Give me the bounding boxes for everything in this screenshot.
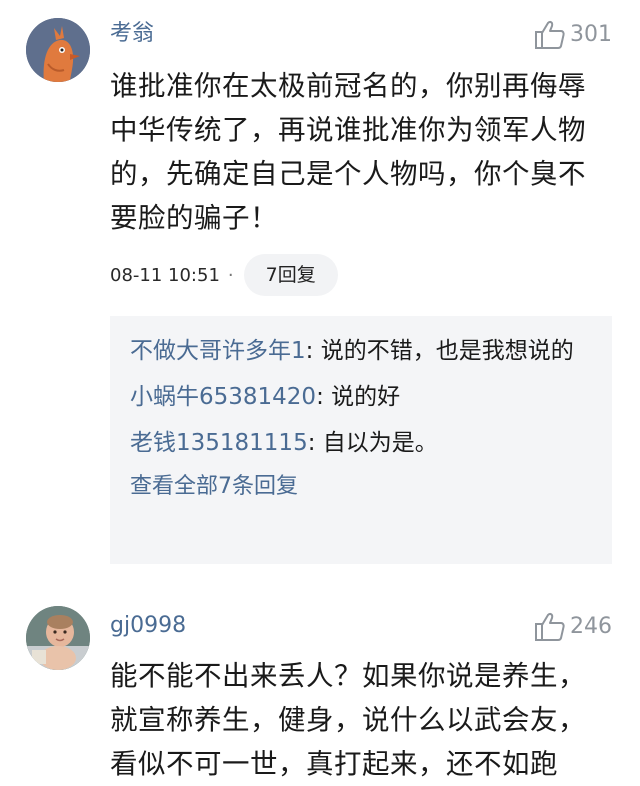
username[interactable]: 考翁 <box>110 20 154 48</box>
comment-meta: 08-11 10:51 · 7回复 <box>110 254 338 296</box>
comment-text: 谁批准你在太极前冠名的，你别再侮辱中华传统了，再说谁批准你为领军人物的，先确定自… <box>110 70 586 234</box>
avatar[interactable] <box>26 606 90 670</box>
comment-item: gj0998 246 能不能不出来丢人？如果你说是养生，就宣称养生，健身，说什么… <box>0 590 640 786</box>
thumbs-up-icon <box>535 21 565 49</box>
reply-text: : 说的不错，也是我想说的 <box>305 338 574 364</box>
reply-item: 老钱135181115: 自以为是。 <box>130 426 592 460</box>
reply-item: 小蜗牛65381420: 说的好 <box>130 380 592 414</box>
like-button[interactable]: 301 <box>534 20 612 50</box>
baby-photo-icon <box>26 606 90 670</box>
reply-username[interactable]: 老钱135181115 <box>130 430 308 456</box>
like-button[interactable]: 246 <box>534 612 612 642</box>
cartoon-bird-icon <box>26 18 90 82</box>
reply-text: : 说的好 <box>316 384 401 410</box>
reply-panel: 不做大哥许多年1: 说的不错，也是我想说的 小蜗牛65381420: 说的好 老… <box>110 316 612 564</box>
comment-text: 能不能不出来丢人？如果你说是养生，就宣称养生，健身，说什么以武会友，看似不可一世… <box>110 660 586 780</box>
separator: · <box>227 264 234 286</box>
like-count: 246 <box>570 614 612 639</box>
avatar[interactable] <box>26 18 90 82</box>
reply-text: : 自以为是。 <box>307 430 438 456</box>
comment-item: 考翁 301 谁批准你在太极前冠名的，你别再侮辱中华传统了，再说谁批准你为领军人… <box>0 0 640 590</box>
like-count: 301 <box>570 22 612 47</box>
reply-count-button[interactable]: 7回复 <box>243 254 338 296</box>
timestamp: 08-11 10:51 <box>110 264 220 286</box>
reply-username[interactable]: 小蜗牛65381420 <box>130 384 316 410</box>
reply-item: 不做大哥许多年1: 说的不错，也是我想说的 <box>130 334 592 368</box>
see-all-replies-link[interactable]: 查看全部7条回复 <box>130 472 592 502</box>
username[interactable]: gj0998 <box>110 612 186 640</box>
reply-username[interactable]: 不做大哥许多年1 <box>130 338 306 364</box>
thumbs-up-icon <box>535 613 565 641</box>
